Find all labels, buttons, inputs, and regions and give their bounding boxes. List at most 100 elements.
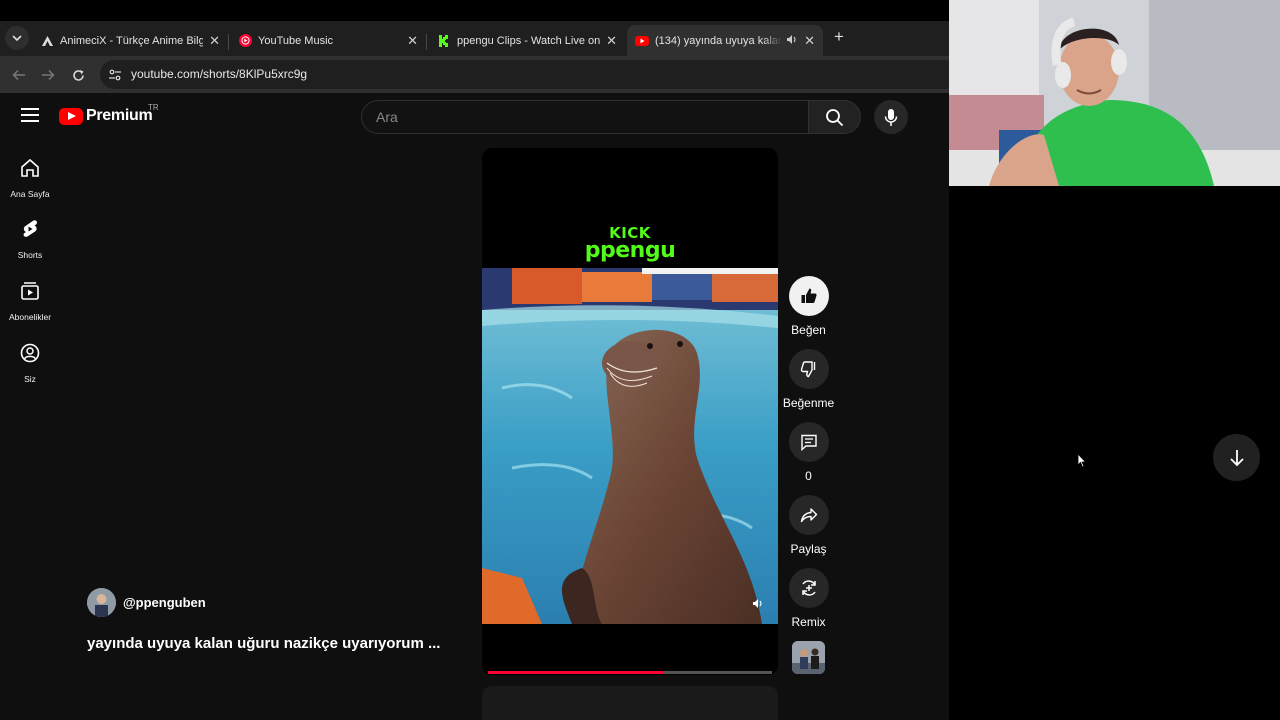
mouse-cursor-icon bbox=[1077, 452, 1087, 473]
sidebar-item-subscriptions[interactable]: Abonelikler bbox=[0, 280, 60, 322]
arrow-right-icon bbox=[42, 69, 55, 81]
like-button[interactable] bbox=[788, 276, 829, 316]
tab-title: YouTube Music bbox=[258, 34, 334, 47]
short-caption[interactable]: yayında uyuya kalan uğuru nazikçe uyarıy… bbox=[87, 635, 440, 652]
search-button[interactable] bbox=[808, 100, 861, 134]
webcam-overlay bbox=[949, 0, 1280, 186]
channel-avatar[interactable] bbox=[87, 588, 116, 617]
speaker-icon[interactable] bbox=[786, 34, 798, 48]
address-toolbar: youtube.com/shorts/8KlPu5xrc9g bbox=[0, 56, 949, 93]
subscriptions-icon bbox=[21, 282, 39, 300]
tab-separator bbox=[228, 34, 229, 50]
youtube-play-icon bbox=[59, 107, 83, 125]
search-icon bbox=[826, 108, 844, 126]
search-input[interactable] bbox=[376, 109, 776, 125]
webcam-streamer-image bbox=[949, 0, 1280, 186]
remix-icon bbox=[801, 580, 816, 596]
reload-button[interactable] bbox=[69, 66, 87, 84]
sidebar-item-shorts[interactable]: Shorts bbox=[0, 218, 60, 260]
close-tab-icon[interactable]: ✕ bbox=[407, 33, 418, 49]
like-label: Beğen bbox=[791, 323, 826, 337]
kick-watermark: KICK ppengu bbox=[482, 226, 778, 263]
tab-title: ppengu Clips - Watch Live on K bbox=[457, 34, 601, 47]
close-tab-icon[interactable]: ✕ bbox=[606, 33, 617, 49]
microphone-icon bbox=[884, 108, 898, 126]
remix-button[interactable] bbox=[788, 568, 829, 608]
video-progress-fill bbox=[488, 671, 665, 674]
comment-icon bbox=[800, 434, 817, 451]
voice-search-button[interactable] bbox=[874, 100, 908, 134]
next-short-preview[interactable] bbox=[482, 686, 778, 720]
comments-button[interactable] bbox=[788, 422, 829, 462]
youtube-music-icon bbox=[238, 34, 252, 48]
tab-animecix[interactable]: AnimeciX - Türkçe Anime Bilgi ✕ bbox=[32, 25, 228, 56]
sound-thumbnail[interactable] bbox=[792, 641, 825, 674]
sidebar-item-label: Shorts bbox=[17, 250, 43, 260]
sea-lion-video-image bbox=[482, 268, 778, 624]
sidebar-item-home[interactable]: Ana Sayfa bbox=[0, 157, 60, 199]
url-text: youtube.com/shorts/8KlPu5xrc9g bbox=[131, 67, 308, 81]
search-box bbox=[361, 100, 809, 134]
youtube-page: Premium TR Ana Sayfa Shorts Abonelikler … bbox=[0, 93, 949, 720]
thumbs-up-icon bbox=[801, 288, 817, 303]
tab-title: (134) yayında uyuya kalan u bbox=[655, 34, 783, 47]
volume-icon[interactable] bbox=[752, 596, 764, 614]
you-icon bbox=[20, 343, 40, 363]
sidebar-item-label: Ana Sayfa bbox=[10, 189, 50, 199]
logo-text: Premium bbox=[86, 107, 153, 124]
site-info-icon[interactable] bbox=[108, 68, 122, 82]
chevron-down-icon bbox=[12, 35, 22, 42]
share-label: Paylaş bbox=[790, 542, 827, 556]
new-tab-button[interactable]: + bbox=[830, 28, 848, 46]
browser-window: AnimeciX - Türkçe Anime Bilgi ✕ YouTube … bbox=[0, 0, 949, 720]
remix-label: Remix bbox=[791, 615, 826, 629]
close-tab-icon[interactable]: ✕ bbox=[209, 33, 220, 49]
video-frame[interactable] bbox=[482, 268, 778, 624]
sound-thumbnail-image bbox=[792, 641, 825, 674]
youtube-premium-logo[interactable]: Premium TR bbox=[59, 103, 159, 125]
share-action[interactable]: Paylaş bbox=[788, 495, 829, 556]
tab-search-button[interactable] bbox=[5, 26, 29, 50]
reload-icon bbox=[72, 69, 84, 81]
back-button[interactable] bbox=[10, 66, 28, 84]
sidebar-item-label: Abonelikler bbox=[8, 312, 52, 322]
tab-youtube-music[interactable]: YouTube Music ✕ bbox=[230, 25, 426, 56]
share-button[interactable] bbox=[788, 495, 829, 535]
arrow-left-icon bbox=[12, 69, 25, 81]
tab-youtube-short[interactable]: (134) yayında uyuya kalan u ✕ bbox=[627, 25, 823, 56]
channel-handle[interactable]: @ppenguben bbox=[123, 595, 206, 610]
comments-action[interactable]: 0 bbox=[788, 422, 829, 483]
share-icon bbox=[800, 508, 817, 523]
animecix-logo-icon bbox=[40, 34, 54, 48]
tab-kick-clips[interactable]: ppengu Clips - Watch Live on K ✕ bbox=[429, 25, 625, 56]
country-code: TR bbox=[148, 103, 159, 112]
next-video-button[interactable] bbox=[1213, 434, 1260, 481]
comments-count: 0 bbox=[805, 469, 812, 483]
forward-button[interactable] bbox=[39, 66, 57, 84]
youtube-icon bbox=[635, 34, 649, 48]
kick-logo-icon bbox=[437, 34, 451, 48]
watermark-channel-text: ppengu bbox=[584, 238, 676, 263]
title-strip bbox=[0, 0, 949, 21]
remix-action[interactable]: Remix bbox=[788, 568, 829, 629]
close-tab-icon[interactable]: ✕ bbox=[804, 33, 815, 49]
dislike-action[interactable]: Beğenme bbox=[783, 349, 834, 410]
channel-info: @ppenguben bbox=[87, 588, 206, 617]
shorts-icon bbox=[23, 220, 38, 237]
home-icon bbox=[21, 158, 39, 177]
short-video-player[interactable]: KICK ppengu bbox=[482, 148, 778, 675]
channel-avatar-image bbox=[87, 588, 116, 617]
sidebar-item-label: Siz bbox=[24, 374, 36, 384]
address-bar[interactable]: youtube.com/shorts/8KlPu5xrc9g bbox=[100, 60, 949, 89]
menu-icon[interactable] bbox=[21, 108, 39, 122]
thumbs-down-icon bbox=[800, 361, 815, 378]
like-action[interactable]: Beğen bbox=[788, 276, 829, 337]
video-progress-bar[interactable] bbox=[488, 671, 772, 674]
sidebar-item-you[interactable]: Siz bbox=[0, 342, 60, 384]
tab-title: AnimeciX - Türkçe Anime Bilgi bbox=[60, 34, 204, 47]
tab-bar: AnimeciX - Türkçe Anime Bilgi ✕ YouTube … bbox=[0, 21, 949, 56]
dislike-button[interactable] bbox=[788, 349, 829, 389]
arrow-down-icon bbox=[1229, 449, 1244, 466]
dislike-label: Beğenme bbox=[782, 396, 835, 410]
tab-separator bbox=[426, 34, 427, 50]
